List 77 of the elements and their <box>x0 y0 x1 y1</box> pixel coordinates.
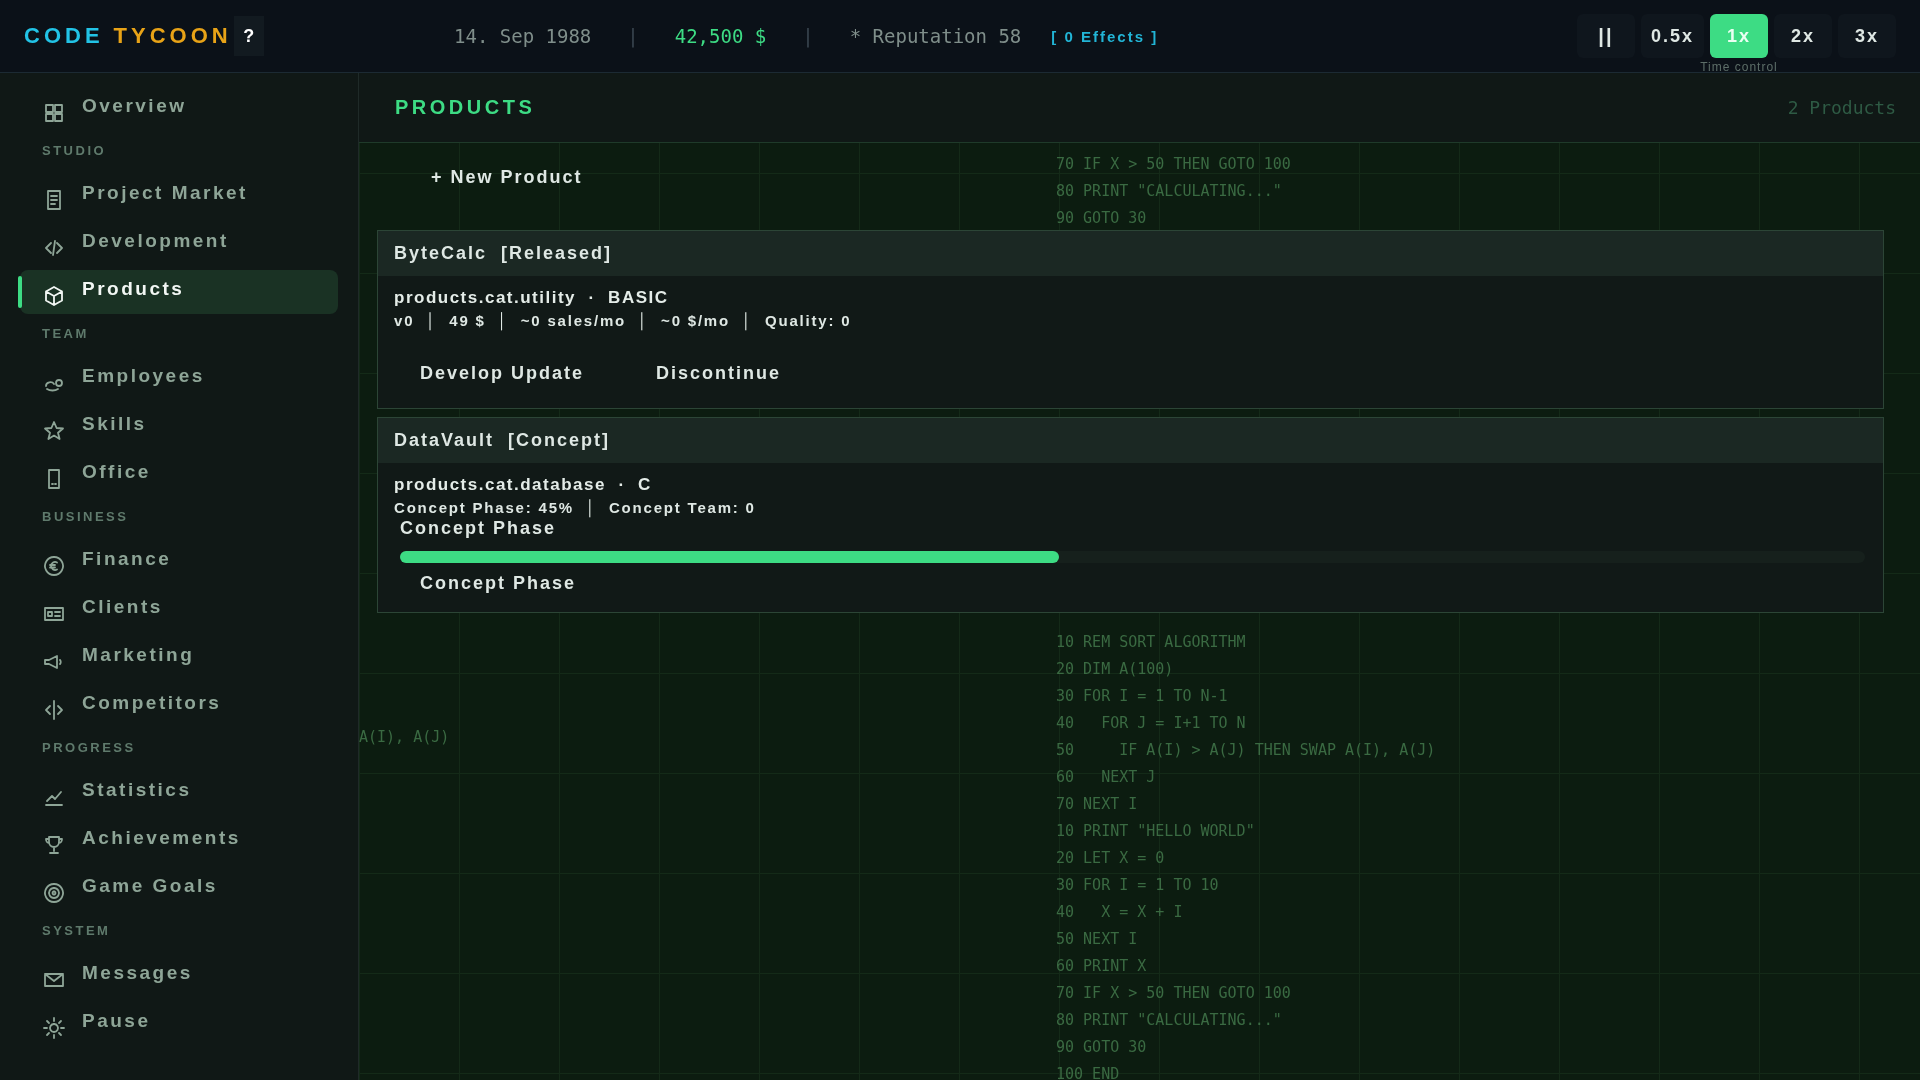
nav-icon <box>42 419 66 443</box>
separator: | <box>627 25 639 47</box>
code-line: 50 NEXT I <box>1056 929 1139 950</box>
logo-text: CODE <box>24 23 104 49</box>
action-button[interactable]: Develop Update <box>394 357 611 390</box>
speed-button[interactable]: 3x <box>1838 14 1896 58</box>
sidebar-item[interactable]: Clients <box>20 588 338 632</box>
separator: | <box>802 25 814 47</box>
code-line: 20 DIM A(100) <box>1056 659 1175 680</box>
sidebar-item[interactable]: Office <box>20 453 338 497</box>
sidebar-item[interactable]: Employees <box>20 357 338 401</box>
code-line: 80 PRINT "CALCULATING..." <box>1056 1010 1283 1031</box>
nav-icon <box>42 1016 66 1040</box>
product-title: ByteCalc [Released] <box>394 243 613 264</box>
sidebar-item[interactable]: Pause <box>20 1002 338 1046</box>
nav-icon <box>42 554 66 578</box>
code-line: 60 NEXT J <box>1056 767 1157 788</box>
product-category: products.cat.utility · BASIC <box>394 288 670 308</box>
section-heading: TEAM <box>41 325 90 343</box>
sidebar-item[interactable]: Overview <box>20 87 338 131</box>
code-line: 60 PRINT X <box>1056 956 1148 977</box>
code-line: A(I), A(J) <box>359 727 450 748</box>
section-heading: SYSTEM <box>41 922 112 940</box>
nav-icon <box>42 698 66 722</box>
code-line: 70 NEXT I <box>1056 794 1139 815</box>
page-title: PRODUCTS <box>395 96 536 119</box>
sidebar-item[interactable]: Finance <box>20 540 338 584</box>
nav-icon <box>42 101 66 125</box>
speed-button[interactable]: 0.5x <box>1640 14 1704 58</box>
money-label: 42,500 $ <box>674 25 767 47</box>
code-line: 70 IF X > 50 THEN GOTO 100 <box>1056 154 1291 175</box>
sidebar-item[interactable]: Products <box>20 270 338 314</box>
sidebar-item[interactable]: Skills <box>20 405 338 449</box>
action-button[interactable]: Discontinue <box>630 357 808 390</box>
nav-icon <box>42 833 66 857</box>
code-line: 40 FOR J = I+1 TO N <box>1056 713 1247 734</box>
code-line: 100 END <box>1056 1064 1121 1080</box>
effects-label: [ 0 Effects ] <box>1051 27 1159 45</box>
sidebar-item[interactable]: Messages <box>20 954 338 998</box>
help-button[interactable]: ? <box>233 16 264 56</box>
speed-button[interactable]: 2x <box>1774 14 1832 58</box>
sidebar-item[interactable]: Project Market <box>20 174 338 218</box>
nav-icon <box>42 881 66 905</box>
product-category: products.cat.database · C <box>394 475 653 495</box>
time-control-label: Time control <box>1700 60 1778 74</box>
sidebar-item[interactable]: Development <box>20 222 338 266</box>
code-line: 90 GOTO 30 <box>1056 1037 1148 1058</box>
sidebar-item[interactable]: Competitors <box>20 684 338 728</box>
code-line: 70 IF X > 50 THEN GOTO 100 <box>1056 983 1292 1004</box>
sidebar-item[interactable]: Achievements <box>20 819 338 863</box>
logo-text: TYCOON <box>113 23 232 49</box>
sidebar-item[interactable]: Marketing <box>20 636 338 680</box>
code-line: 30 FOR I = 1 TO N-1 <box>1056 686 1229 707</box>
code-line: 30 FOR I = 1 TO 10 <box>1056 875 1220 896</box>
action-button[interactable]: Concept Phase <box>394 567 603 600</box>
section-heading: BUSINESS <box>41 508 130 526</box>
reputation-label: * Reputation 58 <box>849 25 1022 47</box>
pause-button[interactable]: || <box>1576 14 1635 58</box>
new-product-button[interactable]: + New Product <box>387 159 627 196</box>
phase-label: Concept Phase <box>400 518 558 539</box>
code-line: 10 REM SORT ALGORITHM <box>1056 632 1247 653</box>
section-heading: STUDIO <box>41 142 108 160</box>
sidebar-item[interactable]: Statistics <box>20 771 338 815</box>
date-label: 14. Sep 1988 <box>454 25 592 47</box>
product-stats: Concept Phase: 45% │ Concept Team: 0 <box>394 499 757 516</box>
product-stats: v0 │ 49 $ │ ~0 sales/mo │ ~0 $/mo │ Quality: 0 <box>394 312 853 329</box>
code-line: 90 GOTO 30 <box>1056 208 1148 229</box>
code-line: 40 X = X + I <box>1056 902 1184 923</box>
nav-icon <box>42 284 66 308</box>
code-line: 10 PRINT "HELLO WORLD" <box>1056 821 1256 842</box>
section-heading: PROGRESS <box>41 739 137 757</box>
sidebar-item[interactable]: Game Goals <box>20 867 338 911</box>
code-line: 80 PRINT "CALCULATING..." <box>1056 181 1283 202</box>
product-count: 2 Products <box>1787 97 1896 118</box>
code-line: 20 LET X = 0 <box>1056 848 1166 869</box>
product-title: DataVault [Concept] <box>394 430 611 451</box>
code-line: 50 IF A(I) > A(J) THEN SWAP A(I), A(J) <box>1056 740 1436 761</box>
